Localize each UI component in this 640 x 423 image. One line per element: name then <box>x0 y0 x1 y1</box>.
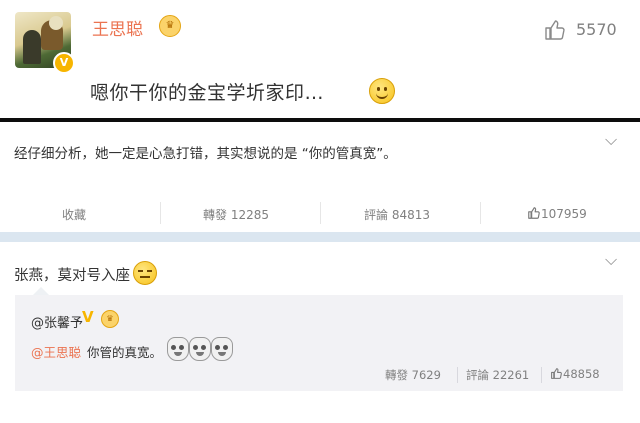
thumb-up-icon <box>528 207 540 219</box>
shocked-emoji-icon <box>167 337 189 361</box>
repost-text: 张燕，莫对号入座 <box>14 268 130 284</box>
thumb-up-icon <box>545 20 565 40</box>
section-divider <box>0 232 640 242</box>
shocked-emoji-icon <box>189 337 211 361</box>
quote-caret <box>33 287 49 295</box>
shocked-emoji-icon <box>211 337 233 361</box>
quoted-username[interactable]: @张馨予 <box>31 312 83 331</box>
comment-text: 嗯你干你的金宝学圻家印… <box>90 82 325 104</box>
chevron-down-icon[interactable]: ⌵ <box>605 130 617 150</box>
comment-button[interactable]: 評論 84813 <box>364 206 430 223</box>
verified-v-icon: V <box>82 308 94 326</box>
crown-badge-icon: ♛ <box>101 310 119 328</box>
mention-link[interactable]: @王思聪 <box>31 342 81 361</box>
action-divider <box>480 202 481 224</box>
repost-button[interactable]: 轉發 7629 <box>385 367 441 383</box>
post-action-bar: 收藏 轉發 12285 評論 84813 107959 <box>0 198 640 228</box>
comment-button[interactable]: 評論 22261 <box>466 367 529 383</box>
action-divider <box>160 202 161 224</box>
quoted-post: @张馨予 V ♛ @王思聪 你管的真宽。 轉發 7629 評論 22261 48… <box>15 295 623 391</box>
favorite-button[interactable]: 收藏 <box>62 206 86 223</box>
crown-badge-icon: ♛ <box>159 15 181 37</box>
quoted-text: 你管的真宽。 <box>87 345 163 360</box>
repost-button[interactable]: 轉發 12285 <box>203 206 269 223</box>
comment-username[interactable]: 王思聪 <box>92 15 143 40</box>
action-divider <box>457 367 458 383</box>
like-button[interactable]: 48858 <box>550 367 600 381</box>
avatar-flower <box>49 16 63 30</box>
post-text: 经仔细分析，她一定是心急打错，其实想说的是 “你的管真宽”。 <box>14 146 397 162</box>
action-divider <box>320 202 321 224</box>
smiley-emoji-icon <box>369 78 395 104</box>
like-button[interactable]: 5570 <box>543 18 623 42</box>
avatar-figure-left <box>23 30 41 64</box>
verified-v-icon: V <box>53 52 75 74</box>
like-count: 107959 <box>541 207 587 221</box>
comment-panel: V 王思聪 ♛ 5570 嗯你干你的金宝学圻家印… <box>0 0 640 118</box>
like-button[interactable]: 107959 <box>527 206 587 221</box>
thumb-up-icon <box>551 368 562 379</box>
like-count: 48858 <box>563 367 600 381</box>
chevron-down-icon[interactable]: ⌵ <box>605 250 617 270</box>
action-divider <box>541 367 542 383</box>
post-panel: 经仔细分析，她一定是心急打错，其实想说的是 “你的管真宽”。 ⌵ 收藏 轉發 1… <box>0 122 640 232</box>
smirk-emoji-icon <box>133 261 157 285</box>
like-count: 5570 <box>576 20 617 39</box>
repost-panel: 张燕，莫对号入座 ⌵ @张馨予 V ♛ @王思聪 你管的真宽。 轉發 7629 … <box>0 242 640 423</box>
quoted-action-bar: 轉發 7629 評論 22261 48858 <box>15 365 623 387</box>
